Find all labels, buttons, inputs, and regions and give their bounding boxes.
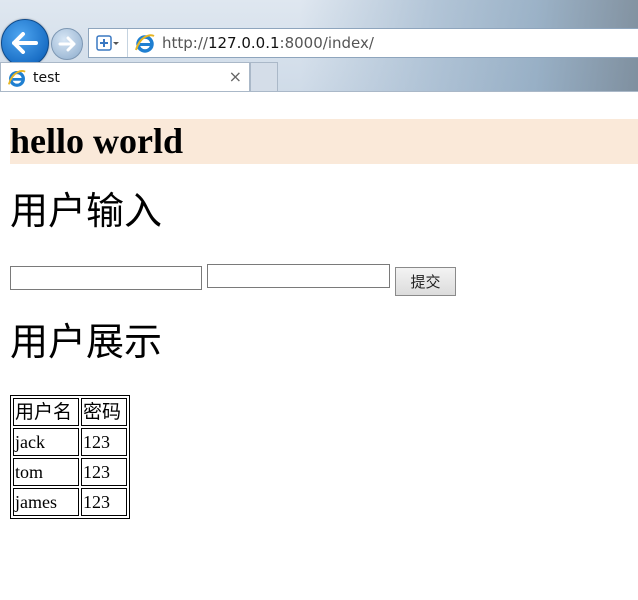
site-info-button[interactable] (89, 29, 128, 57)
table-row: james 123 (13, 488, 127, 516)
back-button[interactable] (1, 19, 49, 67)
column-header-password: 密码 (81, 398, 127, 426)
username-input[interactable] (10, 266, 202, 290)
site-shield-icon (96, 35, 119, 51)
cell-password: 123 (81, 488, 127, 516)
password-input[interactable] (207, 264, 390, 288)
cell-username: tom (13, 458, 79, 486)
input-section-title: 用户输入 (10, 189, 163, 233)
tab-title: test (33, 69, 60, 86)
table-header-row: 用户名 密码 (13, 398, 127, 426)
close-icon[interactable]: × (229, 67, 242, 86)
forward-button[interactable] (51, 28, 83, 60)
ie-logo-icon (135, 34, 155, 53)
cell-username: jack (13, 428, 79, 456)
show-section-title: 用户展示 (10, 320, 163, 364)
url-text: http://127.0.0.1:8000/index/ (162, 34, 374, 52)
submit-button[interactable]: 提交 (395, 267, 456, 296)
users-table: 用户名 密码 jack 123 tom 123 james 123 (10, 395, 130, 519)
url-scheme: http:// (162, 34, 208, 52)
browser-tab[interactable]: test × (0, 62, 250, 92)
forward-arrow-icon (58, 36, 76, 52)
column-header-username: 用户名 (13, 398, 79, 426)
browser-chrome: http://127.0.0.1:8000/index/ test × (0, 0, 638, 92)
url-host: 127.0.0.1 (207, 34, 280, 52)
url-path: :8000/index/ (279, 34, 374, 52)
heading-banner: hello world (10, 119, 638, 164)
cell-password: 123 (81, 458, 127, 486)
cell-password: 123 (81, 428, 127, 456)
address-bar[interactable]: http://127.0.0.1:8000/index/ (88, 28, 638, 58)
new-tab-button[interactable] (250, 62, 278, 92)
ie-logo-icon (7, 69, 26, 87)
cell-username: james (13, 488, 79, 516)
table-row: jack 123 (13, 428, 127, 456)
divider (0, 91, 638, 92)
back-arrow-icon (12, 32, 38, 54)
table-row: tom 123 (13, 458, 127, 486)
page-title: hello world (10, 121, 184, 161)
